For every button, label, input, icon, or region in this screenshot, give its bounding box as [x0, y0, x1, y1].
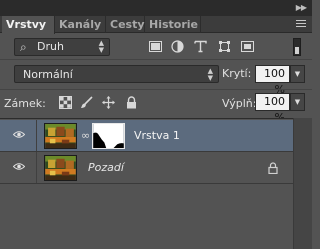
layer-thumbnail [44, 123, 77, 149]
lock-all-icon[interactable] [125, 96, 138, 109]
eye-icon [13, 163, 25, 170]
opacity-label: Krytí: [222, 67, 252, 80]
panel-header-strip: ▶▶ [0, 0, 312, 16]
panel-menu-icon[interactable] [296, 20, 306, 29]
tab-paths[interactable]: Cesty [106, 16, 145, 33]
tab-history[interactable]: Historie [145, 16, 201, 33]
pixel-layer-filter-icon[interactable] [149, 40, 162, 53]
fill-label: Výplň: [222, 97, 257, 110]
lock-position-icon[interactable] [102, 96, 115, 109]
lock-image-pixels-icon[interactable] [80, 96, 93, 109]
visibility-toggle[interactable] [0, 120, 37, 151]
opacity-dropdown-arrow-icon[interactable]: ▼ [290, 65, 305, 83]
eye-icon [13, 131, 25, 138]
lock-row: Zámek: Výplň: 100 % ▼ [0, 92, 312, 124]
search-icon: ⌕ [20, 40, 27, 54]
layer-lock-icon[interactable] [268, 162, 278, 174]
divider [0, 59, 312, 60]
adjustment-layer-filter-icon[interactable] [171, 40, 184, 53]
tab-channels[interactable]: Kanály [55, 16, 106, 33]
blend-mode-select[interactable]: Normální ▲ ▼ [14, 65, 219, 83]
fill-dropdown-arrow-icon[interactable]: ▼ [290, 93, 305, 111]
layer-row[interactable]: ∞ Vrstva 1 [0, 120, 293, 152]
panel-tabbar: Vrstvy Kanály Cesty Historie [0, 16, 312, 34]
divider [0, 89, 312, 90]
layers-list: ∞ Vrstva 1 Pozadí [0, 118, 312, 249]
lock-transparent-pixels-icon[interactable] [59, 96, 72, 109]
filter-kind-label: Druh [37, 40, 64, 53]
collapse-panel-icon[interactable]: ▶▶ [296, 3, 307, 12]
layer-name[interactable]: Pozadí [88, 161, 124, 174]
filter-kind-select[interactable]: ⌕ Druh ▲ ▼ [14, 38, 110, 56]
mask-link-chain-icon[interactable]: ∞ [81, 129, 90, 142]
layer-name[interactable]: Vrstva 1 [134, 129, 180, 142]
layer-filter-row: ⌕ Druh ▲ ▼ [0, 34, 312, 58]
layers-scrollbar[interactable] [293, 118, 312, 249]
smart-object-filter-icon[interactable] [241, 40, 254, 53]
blend-mode-value: Normální [23, 68, 73, 81]
shape-layer-filter-icon[interactable] [218, 40, 231, 53]
opacity-input[interactable]: 100 % [255, 65, 290, 96]
lock-label: Zámek: [4, 97, 46, 110]
layer-mask-thumbnail[interactable] [92, 123, 125, 149]
layer-thumbnail [44, 155, 77, 181]
updown-arrows-icon: ▲ ▼ [98, 39, 104, 54]
visibility-toggle[interactable] [0, 152, 37, 183]
tab-layers[interactable]: Vrstvy [2, 16, 55, 34]
fill-input[interactable]: 100 % [255, 93, 290, 124]
type-layer-filter-icon[interactable] [194, 40, 207, 53]
layer-row[interactable]: Pozadí [0, 152, 293, 184]
updown-arrows-icon: ▲ ▼ [207, 67, 213, 82]
filter-toggle-switch[interactable] [293, 38, 301, 56]
